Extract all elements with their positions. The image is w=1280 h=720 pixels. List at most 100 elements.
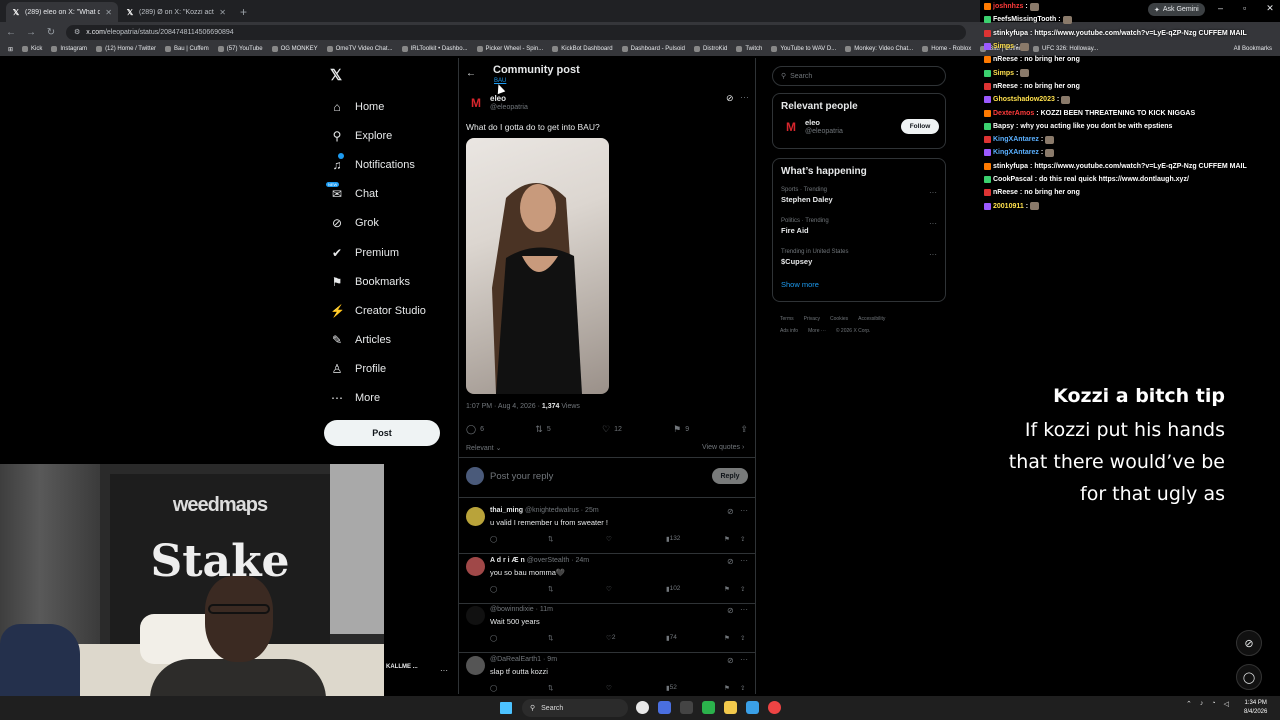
heart-icon[interactable]: ♡ 2 [606,634,615,642]
relevant-person[interactable]: M eleo @eleopatria Follow [773,112,945,148]
x-logo-icon[interactable]: 𝕏 [330,66,342,84]
reply-author-handle[interactable]: @DaRealEarth1 [490,656,541,663]
grok-icon[interactable]: ⊘ [726,93,734,104]
heart-icon[interactable]: ♡ [606,585,612,593]
reload-icon[interactable]: ↻ [46,27,56,38]
bookmark-icon[interactable]: ⚑ [724,585,730,593]
browser-tab[interactable]: 𝕏 (289) eleo on X: "What do I got ✕ [6,2,118,22]
bookmark-item[interactable]: Home - Roblox [922,46,971,52]
repost-button[interactable]: ⇅ 5 [535,424,550,435]
avatar[interactable]: M [781,117,801,137]
file-explorer-icon[interactable] [724,701,737,714]
reply-submit-button[interactable]: Reply [712,468,748,484]
person-name[interactable]: eleo [805,118,820,127]
more-options-icon[interactable]: ··· [929,219,937,228]
more-options-icon[interactable]: ··· [929,188,937,197]
bookmark-item[interactable]: Picker Wheel - Spin... [476,46,543,52]
post-button[interactable]: Post [324,420,440,446]
views-icon[interactable]: ▮ 102 [666,585,680,593]
heart-icon[interactable]: ♡ [606,684,612,692]
footer-link[interactable]: Cookies [830,316,848,322]
more-options-icon[interactable]: ··· [929,250,937,259]
post-image[interactable] [466,138,609,394]
steam-icon[interactable] [746,701,759,714]
post-author-name[interactable]: eleo [490,94,506,103]
chrome-icon[interactable] [636,701,649,714]
avatar[interactable]: M [467,94,485,112]
views-icon[interactable]: ▮ 132 [666,535,680,543]
nav-more[interactable]: ⋯ More [330,384,426,413]
bookmark-item[interactable]: (57) YouTube [217,46,263,52]
more-options-icon[interactable]: ··· [740,556,748,565]
bookmark-item[interactable]: (12) Home / Twitter [96,46,156,52]
apps-grid-icon[interactable]: ⊞ [8,46,13,53]
discord-icon[interactable] [658,701,671,714]
bookmark-item[interactable]: Bau | Cuffem [164,46,209,52]
reply-item[interactable]: @bowinndixie · 11m Wait 500 years ⊘ ··· ◯ ⇅ ♡… [466,605,750,654]
nav-home[interactable]: ⌂ Home [330,92,426,121]
bookmark-item[interactable]: DistroKid [693,46,727,52]
repost-icon[interactable]: ⇅ [548,585,553,593]
new-tab-icon[interactable]: + [234,5,253,22]
trend-item[interactable]: Politics · Trending Fire Aid ··· [773,216,945,247]
share-icon[interactable]: ⇪ [740,535,745,543]
repost-icon[interactable]: ⇅ [548,535,553,543]
like-button[interactable]: ♡ 12 [602,424,622,435]
bookmark-item[interactable]: OmeTV Video Chat... [326,46,393,52]
reply-author-handle[interactable]: @overStealth [527,557,570,564]
more-options-icon[interactable]: ··· [740,655,748,664]
grok-button[interactable]: ⊘ [1236,630,1262,656]
heart-icon[interactable]: ♡ [606,535,612,543]
url-input[interactable]: ⚙ x.com/eleopatria/status/20847481145066… [66,24,966,40]
bookmark-item[interactable]: Dashboard - Pulsoid [621,46,685,52]
taskbar-search[interactable]: ⚲ Search [522,699,628,717]
share-icon[interactable]: ⇪ [740,634,745,642]
footer-link[interactable]: Terms [780,316,794,322]
chevron-up-icon[interactable]: ⌃ [1186,700,1192,708]
app-icon[interactable] [702,701,715,714]
site-info-icon[interactable]: ⚙ [74,28,80,36]
bookmark-item[interactable]: Kick [22,46,42,52]
bookmark-icon[interactable]: ⚑ [724,684,730,692]
back-arrow-icon[interactable]: ← [6,27,16,38]
footer-link[interactable]: Ads info [780,328,798,334]
forward-arrow-icon[interactable]: → [26,27,36,38]
reply-author-handle[interactable]: @knightedwalrus [525,507,579,514]
reply-author-name[interactable]: thai_ming [490,507,523,514]
nav-profile[interactable]: ♙ Profile [330,355,426,384]
more-options-icon[interactable]: ··· [440,666,448,675]
grok-icon[interactable]: ⊘ [727,606,734,615]
nav-chat[interactable]: ✉ NEW Chat [326,180,426,209]
account-switcher-name[interactable]: KALLME ... [386,664,418,670]
views-icon[interactable]: ▮ 74 [666,634,677,642]
sort-dropdown[interactable]: Relevant ⌄ [466,444,501,452]
wifi-icon[interactable]: ◔ [1211,700,1215,708]
bookmark-item[interactable]: Twitch [736,46,762,52]
trend-item[interactable]: Trending in United States $Cupsey ··· [773,247,945,278]
reply-button[interactable]: ◯ 6 [466,424,484,435]
show-more-link[interactable]: Show more [773,278,945,289]
messages-button[interactable]: ◯ [1236,664,1262,690]
follow-button[interactable]: Follow [901,119,939,134]
reply-item[interactable]: A d r i Æ n @overStealth · 24m you so bau… [466,556,750,605]
bookmark-icon[interactable]: ⚑ [724,634,730,642]
avatar[interactable] [466,606,485,625]
views-icon[interactable]: ▮ 52 [666,684,677,692]
nav-articles[interactable]: ✎ Articles [330,326,426,355]
reply-item[interactable]: thai_ming @knightedwalrus · 25m u valid I… [466,506,750,555]
footer-link[interactable]: Privacy [804,316,820,322]
repost-icon[interactable]: ⇅ [548,684,553,692]
bookmark-item[interactable]: Instagram [51,46,87,52]
reply-input[interactable]: Post your reply [490,471,553,482]
volume-icon[interactable]: ◁ [1224,700,1229,708]
grok-icon[interactable]: ⊘ [727,557,734,566]
reply-author-handle[interactable]: @bowinndixie [490,606,534,613]
repost-icon[interactable]: ⇅ [548,634,553,642]
obs-icon[interactable] [680,701,693,714]
clock[interactable]: 1:34 PM 8/4/2026 [1244,699,1267,717]
nav-bookmarks[interactable]: ⚑ Bookmarks [330,267,426,296]
grok-icon[interactable]: ⊘ [727,656,734,665]
bookmark-item[interactable]: KickBot Dashboard [552,46,613,52]
avatar[interactable] [466,507,485,526]
bookmark-button[interactable]: ⚑ 9 [673,424,689,435]
